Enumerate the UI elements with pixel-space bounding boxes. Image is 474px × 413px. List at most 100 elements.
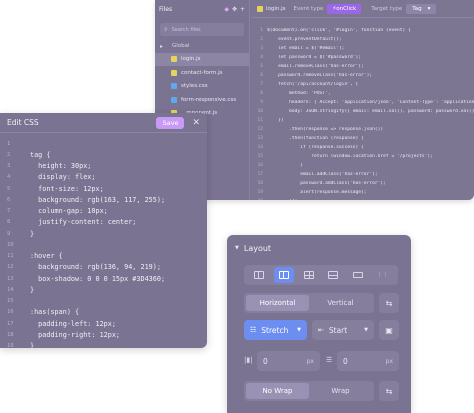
target-type-select[interactable]: Tag ▾ [406,3,437,14]
line-number: 11 [257,118,263,123]
css-line: 1 [0,138,207,149]
code-line: 10 body: JSON.stringify({ email: email.v… [251,107,474,116]
css-text: tag { [30,150,51,159]
code-text: } [267,163,303,168]
code-lines[interactable]: 1 $(document).on('click', '#login', funct… [251,26,474,200]
code-line: 8 method: 'POST', [251,89,474,98]
justify-content-value: Start [328,325,348,335]
stretch-icon: ☷ [250,326,257,334]
layout-columns-button[interactable] [249,267,269,283]
code-text: body: JSON.stringify({ email: email.val(… [267,109,474,114]
code-line: 14 if (response.success) { [251,143,474,152]
align-items-select[interactable]: ☷ Stretch ▼ [244,320,307,340]
code-line: 5 email.removeClass('has-error'); [251,62,474,71]
js-file-icon [171,69,177,76]
line-number: 20 [251,199,267,200]
column-gap-icon: |▮| [244,356,253,364]
line-number: 9 [260,100,263,105]
css-line: 8 justify-content: center; [0,217,207,228]
code-text: let email = $('#email'); [267,46,345,51]
align-items-value: Stretch [261,325,289,335]
align-start-icon: ⇤ [318,326,324,334]
code-text: alert(response.message); [267,190,367,195]
code-line: 12 .then(response => response.json()) [251,125,474,134]
line-number: 9 [7,230,11,237]
css-text: padding-left: 12px; [30,319,116,328]
css-text: height: 30px; [30,162,92,171]
code-text: }); [267,199,297,200]
direction-horizontal-button[interactable]: Horizontal [246,295,309,311]
hidden-icon: ⋮⋮ [376,271,389,278]
css-code-editor[interactable]: 1 2 tag {3 height: 30px; 4 display: flex; 5 … [0,138,207,348]
css-line: 13 box-shadow: 0 0 0 15px #3D4360; [0,273,207,284]
add-file-icon[interactable]: + [240,6,245,13]
no-wrap-button[interactable]: No Wrap [246,383,309,399]
row-gap-unit: px [385,357,393,365]
js-file-icon [257,5,263,12]
layout-hidden-button[interactable]: ⋮⋮ [373,267,393,283]
layout-header[interactable]: ▼ Layout [227,235,411,261]
code-text: .then(response => response.json()) [267,127,384,132]
css-text: } [30,285,35,294]
css-line: 14} [0,284,207,295]
file-name: Global [172,42,190,49]
file-tree-item-contact-form[interactable]: contact-form.js [155,66,249,80]
target-type-label: Target type [371,5,403,12]
wrap-button[interactable]: Wrap [309,383,372,399]
file-tree-folder-global[interactable]: ▸ Global [155,39,249,53]
column-gap-unit: px [306,357,314,365]
file-name: contact-form.js [181,69,223,76]
file-tree-item-styles[interactable]: styles.css [155,80,249,94]
column-gap-input[interactable]: 0 px [257,351,320,371]
css-text: column-gap: 10px; [30,207,108,216]
css-text: display: flex; [30,173,96,182]
row-gap-input[interactable]: 0 px [337,351,399,371]
file-tree-item-login[interactable]: login.js [155,52,249,66]
file-tree-item-form-responsive[interactable]: form-responsive.css [155,93,249,107]
files-search-input[interactable]: ⚲ Search files [160,23,244,36]
line-number: 8 [7,219,11,226]
padding-button[interactable]: ▣ [379,320,399,340]
reverse-direction-button[interactable]: ⇆ [379,293,399,313]
code-line: 15 return (window.location.href = '/proj… [251,152,474,161]
line-number: 16 [7,309,14,316]
layout-title: Layout [243,243,272,253]
line-number: 11 [7,253,14,260]
code-text: $(document).on('click', '#login', functi… [267,28,411,33]
line-number: 19 [257,190,263,195]
line-number: 15 [257,154,263,159]
css-text: background: rgb(163, 117, 255); [30,195,166,204]
css-text: justify-content: center; [30,218,137,227]
chevron-down-icon: ▾ [427,5,431,12]
save-button[interactable]: Save [156,116,185,129]
css-line: 7 column-gap: 10px; [0,206,207,217]
code-text: fetch('/api/account/login', { [267,82,359,87]
code-line: 1 $(document).on('click', '#login', funct… [251,26,474,35]
search-icon: ⚲ [164,26,168,33]
justify-content-select[interactable]: ⇤ Start ▼ [312,320,374,340]
js-file-icon [171,56,177,63]
close-icon[interactable]: ✕ [192,118,200,128]
layout-rows-button[interactable] [323,267,343,283]
layout-flex-row-button[interactable] [273,267,294,283]
code-text: method: 'POST', [267,91,331,96]
line-number: 5 [260,64,263,69]
event-type-select[interactable]: ⚡ onClick [327,3,362,14]
css-file-icon [171,83,177,90]
css-line: 12 background: rgb(136, 94, 219); [0,262,207,273]
padding-icon: ▣ [385,325,393,335]
css-line: 18 padding-right: 12px; [0,329,207,340]
direction-vertical-button[interactable]: Vertical [309,295,372,311]
code-text: .then(function (response) { [267,136,364,141]
layout-grid-button[interactable] [299,267,319,283]
css-text: font-size: 12px; [30,184,104,193]
tab-login-js[interactable]: login.js [257,5,286,12]
layout-block-button[interactable] [348,267,368,283]
code-line: 16 } [251,161,474,170]
code-line: 17 email.addClass('has-error'); [251,170,474,179]
reverse-wrap-button[interactable]: ⇆ [379,381,399,401]
code-text: email.removeClass('has-error'); [267,64,364,69]
tag-icon[interactable]: ◆ [224,6,229,13]
move-icon[interactable]: ✥ [232,6,237,13]
line-number: 3 [260,46,263,51]
